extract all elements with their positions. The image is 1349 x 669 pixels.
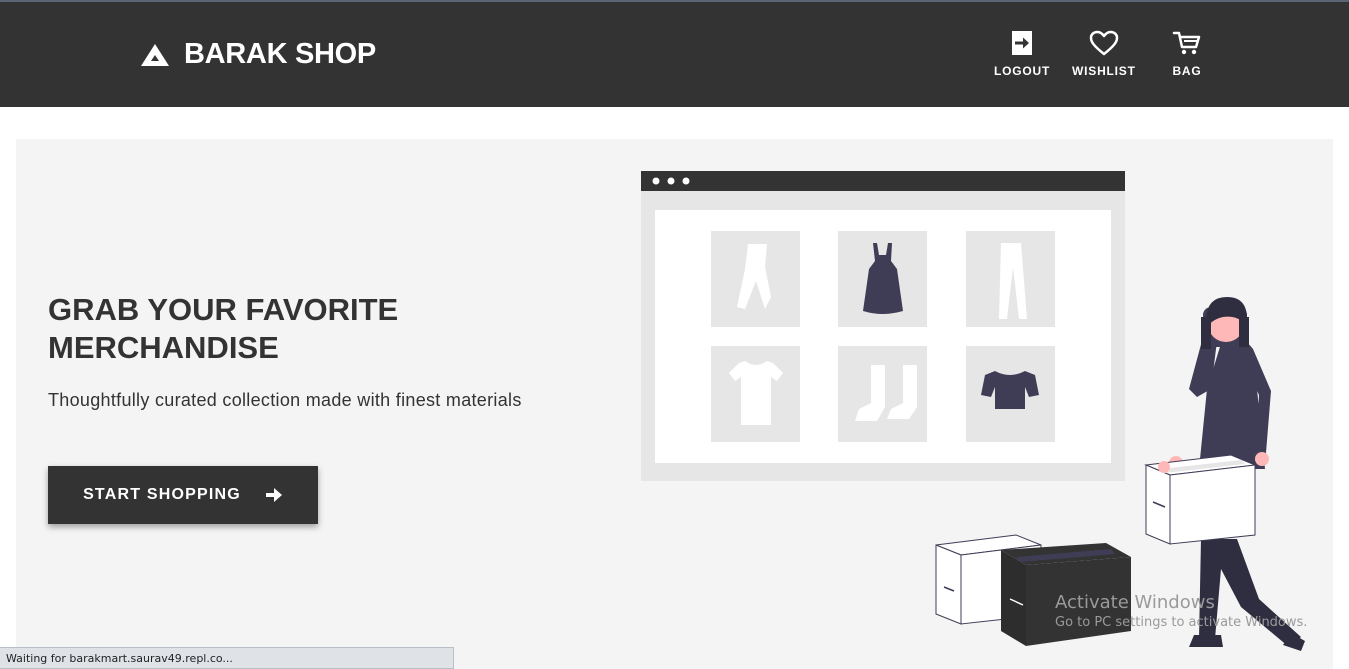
brand-name: BARAK SHOP xyxy=(184,38,376,70)
top-navbar: BARAK SHOP LOGOUT WISHLIST BAG xyxy=(0,0,1349,107)
hero-subtitle: Thoughtfully curated collection made wit… xyxy=(48,390,522,410)
start-shopping-label: START SHOPPING xyxy=(83,486,241,503)
browser-status-bar: Waiting for barakmart.saurav49.repl.co..… xyxy=(0,647,454,669)
nav-wishlist-label: WISHLIST xyxy=(1072,64,1136,78)
nav-bag-label: BAG xyxy=(1172,64,1202,78)
hero-title: GRAB YOUR FAVORITE MERCHANDISE xyxy=(48,292,399,365)
nav-wishlist[interactable]: WISHLIST xyxy=(1072,30,1136,78)
nav-logout-label: LOGOUT xyxy=(994,64,1051,78)
activate-windows-subtitle: Go to PC settings to activate Windows. xyxy=(1055,615,1308,630)
nav-logout[interactable]: LOGOUT xyxy=(994,30,1050,78)
nav-bag[interactable]: BAG xyxy=(1172,30,1202,78)
heart-icon xyxy=(1089,30,1119,56)
cart-icon xyxy=(1172,31,1201,55)
activate-windows-title: Activate Windows xyxy=(1055,592,1215,613)
browser-window-illustration xyxy=(641,171,1125,481)
arrow-right-icon xyxy=(265,488,282,502)
hero-section: GRAB YOUR FAVORITE MERCHANDISE Thoughtfu… xyxy=(16,139,1333,669)
start-shopping-button[interactable]: START SHOPPING xyxy=(48,466,318,524)
activate-windows-watermark: Activate Windows Go to PC settings to ac… xyxy=(1055,592,1307,630)
logout-icon xyxy=(1012,31,1033,55)
brand-logo[interactable]: BARAK SHOP xyxy=(140,38,376,71)
mountain-icon xyxy=(141,43,169,66)
